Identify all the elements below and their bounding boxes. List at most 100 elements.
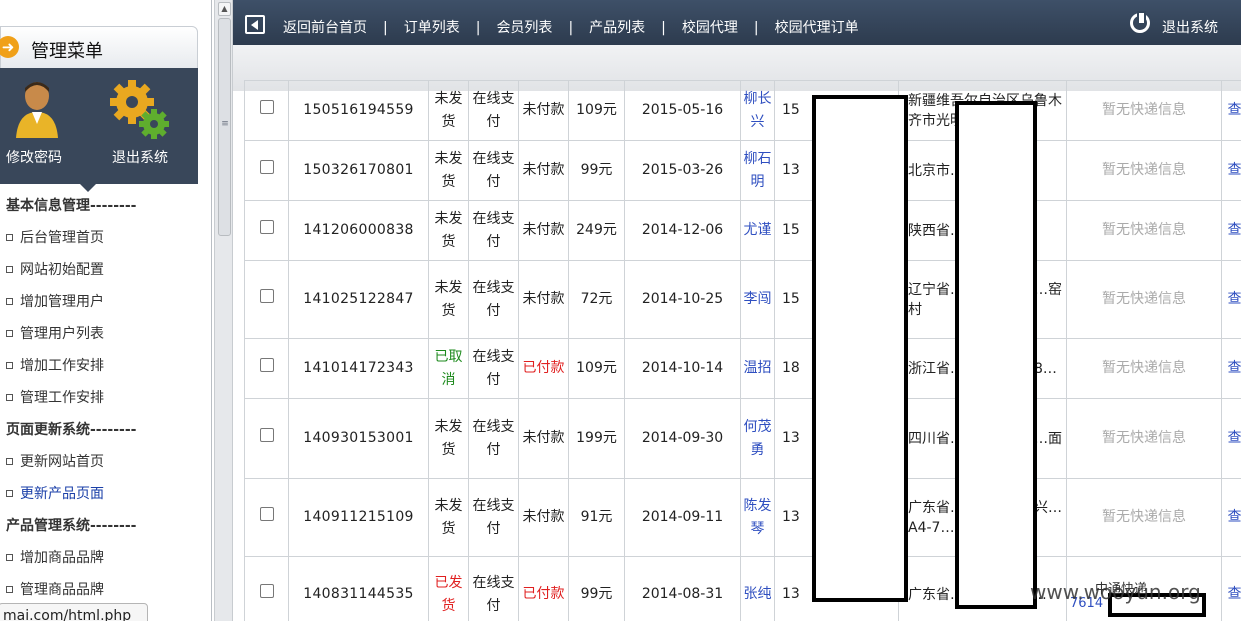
- view-order-link[interactable]: 查看: [1221, 200, 1241, 261]
- menu-item-label: 管理用户列表: [20, 326, 104, 342]
- bullet-icon: [6, 266, 13, 273]
- row-checkbox[interactable]: [259, 584, 274, 598]
- customer-name-link[interactable]: 尤谨: [740, 200, 775, 261]
- row-checkbox[interactable]: [259, 160, 274, 174]
- menu-item-update-product[interactable]: 更新产品页面: [0, 478, 210, 510]
- order-date: 2014-10-14: [624, 338, 741, 399]
- nav-link-orders[interactable]: 订单列表: [404, 20, 460, 36]
- order-status: 未发货: [428, 478, 469, 557]
- row-checkbox[interactable]: [259, 220, 274, 234]
- view-order-link[interactable]: 查看: [1221, 478, 1241, 557]
- payment-status: 未付款: [518, 200, 569, 261]
- shipping-info: 暂无快递信息: [1066, 80, 1222, 141]
- menu-item-manage-tasks[interactable]: 管理工作安排: [0, 382, 210, 414]
- view-order-link[interactable]: 查看: [1221, 338, 1241, 399]
- order-price: 109元: [568, 80, 625, 141]
- nav-separator: |: [383, 20, 388, 36]
- order-date: 2015-05-16: [624, 80, 741, 141]
- payment-method: 在线支付: [468, 140, 519, 201]
- order-status: 未发货: [428, 140, 469, 201]
- customer-name-link[interactable]: 陈发琴: [740, 478, 775, 557]
- menu-item-manage-brand[interactable]: 管理商品品牌: [0, 574, 210, 606]
- table-row: 141025122847 未发货 在线支付 未付款 72元 2014-10-25 李闯 15 辽…: [244, 260, 1241, 339]
- payment-status: 未付款: [518, 478, 569, 557]
- section-title-products: 产品管理系统--------: [6, 518, 137, 534]
- payment-method: 在线支付: [468, 556, 519, 621]
- frame-splitter[interactable]: ▲ ≡: [214, 0, 233, 621]
- nav-link-campus-agent[interactable]: 校园代理: [682, 20, 738, 36]
- shipping-info: 暂无快递信息: [1066, 260, 1222, 339]
- shipping-info: 暂无快递信息: [1066, 478, 1222, 557]
- sidebar-logout-link[interactable]: 退出系统: [112, 147, 168, 167]
- scrollbar-thumb[interactable]: ≡: [218, 18, 231, 236]
- row-checkbox[interactable]: [259, 507, 274, 521]
- order-price: 199元: [568, 398, 625, 479]
- customer-name-link[interactable]: 温招: [740, 338, 775, 399]
- nav-link-members[interactable]: 会员列表: [496, 20, 552, 36]
- nav-separator: |: [661, 20, 666, 36]
- nav-separator: |: [753, 20, 759, 36]
- order-date: 2014-09-11: [624, 478, 741, 557]
- menu-item-update-home[interactable]: 更新网站首页: [0, 446, 210, 478]
- row-checkbox[interactable]: [259, 358, 274, 372]
- table-row: 140911215109 未发货 在线支付 未付款 91元 2014-09-11 陈发琴 13…: [244, 478, 1241, 557]
- bullet-icon: [6, 298, 13, 305]
- section-title-basic: 基本信息管理--------: [6, 198, 137, 214]
- menu-item-add-admin[interactable]: 增加管理用户: [0, 286, 210, 318]
- nav-link-home[interactable]: 返回前台首页: [283, 20, 367, 36]
- menu-item-label: 更新产品页面: [20, 486, 104, 502]
- view-order-link[interactable]: 查看: [1221, 556, 1241, 621]
- customer-name-link[interactable]: 柳石明: [740, 140, 775, 201]
- table-row: 141014172343 已取消 在线支付 已付款 109元 2014-10-14 温招 18…: [244, 338, 1241, 399]
- watermark: www.wooyun.org: [1030, 580, 1201, 604]
- row-checkbox-cell: [244, 140, 289, 201]
- table-row: 150326170801 未发货 在线支付 未付款 99元 2015-03-26 柳石明 13…: [244, 140, 1241, 201]
- menu-item-admin-list[interactable]: 管理用户列表: [0, 318, 210, 350]
- order-status: 未发货: [428, 80, 469, 141]
- view-order-link[interactable]: 查看: [1221, 140, 1241, 201]
- customer-name-link[interactable]: 李闯: [740, 260, 775, 339]
- order-date: 2015-03-26: [624, 140, 741, 201]
- menu-item-add-task[interactable]: 增加工作安排: [0, 350, 210, 382]
- scroll-up-arrow-icon[interactable]: ▲: [218, 2, 231, 16]
- customer-name-link[interactable]: 张纯: [740, 556, 775, 621]
- bullet-icon: [6, 586, 13, 593]
- customer-name-link[interactable]: 何茂勇: [740, 398, 775, 479]
- payment-status: 未付款: [518, 140, 569, 201]
- nav-logout-link[interactable]: 退出系统: [1162, 17, 1218, 37]
- shipping-info: 暂无快递信息: [1066, 338, 1222, 399]
- view-order-link[interactable]: 查看: [1221, 398, 1241, 479]
- arrow-right-icon: ➜: [0, 36, 19, 58]
- order-number: 140911215109: [288, 478, 429, 557]
- top-nav: 返回前台首页 | 订单列表 | 会员列表 | 产品列表 | 校园代理 | 校园代理订单 退出系统: [233, 0, 1241, 45]
- menu-item-add-brand[interactable]: 增加商品品牌: [0, 542, 210, 574]
- menu-item-label: 网站初始配置: [20, 262, 104, 278]
- nav-link-campus-orders[interactable]: 校园代理订单: [775, 20, 859, 36]
- menu-item-admin-home[interactable]: 后台管理首页: [0, 222, 210, 254]
- payment-method: 在线支付: [468, 478, 519, 557]
- order-price: 109元: [568, 338, 625, 399]
- menu-item-site-config[interactable]: 网站初始配置: [0, 254, 210, 286]
- power-icon[interactable]: [1130, 11, 1150, 33]
- change-password-link[interactable]: 修改密码: [6, 147, 62, 167]
- redaction-box: [812, 95, 908, 602]
- row-checkbox[interactable]: [259, 289, 274, 303]
- menu-item-label: 增加管理用户: [20, 294, 104, 310]
- view-order-link[interactable]: 查看: [1221, 260, 1241, 339]
- table-row: 140930153001 未发货 在线支付 未付款 199元 2014-09-30 何茂勇 1…: [244, 398, 1241, 479]
- bullet-icon: [6, 458, 13, 465]
- user-avatar-icon: [16, 82, 58, 138]
- back-icon[interactable]: [245, 15, 265, 34]
- order-number: 140930153001: [288, 398, 429, 479]
- row-checkbox[interactable]: [259, 100, 274, 114]
- shipping-info: 暂无快递信息: [1066, 140, 1222, 201]
- order-number: 141014172343: [288, 338, 429, 399]
- customer-name-link[interactable]: 柳长兴: [740, 80, 775, 141]
- grip-icon: ≡: [221, 119, 229, 129]
- order-table-body: 150516194559 未发货 在线支付 未付款 109元 2015-05-16 柳长兴 1…: [244, 80, 1241, 621]
- row-checkbox[interactable]: [259, 428, 274, 442]
- order-date: 2014-12-06: [624, 200, 741, 261]
- menu-title: 管理菜单: [31, 41, 103, 62]
- view-order-link[interactable]: 查看: [1221, 80, 1241, 141]
- nav-link-products[interactable]: 产品列表: [589, 20, 645, 36]
